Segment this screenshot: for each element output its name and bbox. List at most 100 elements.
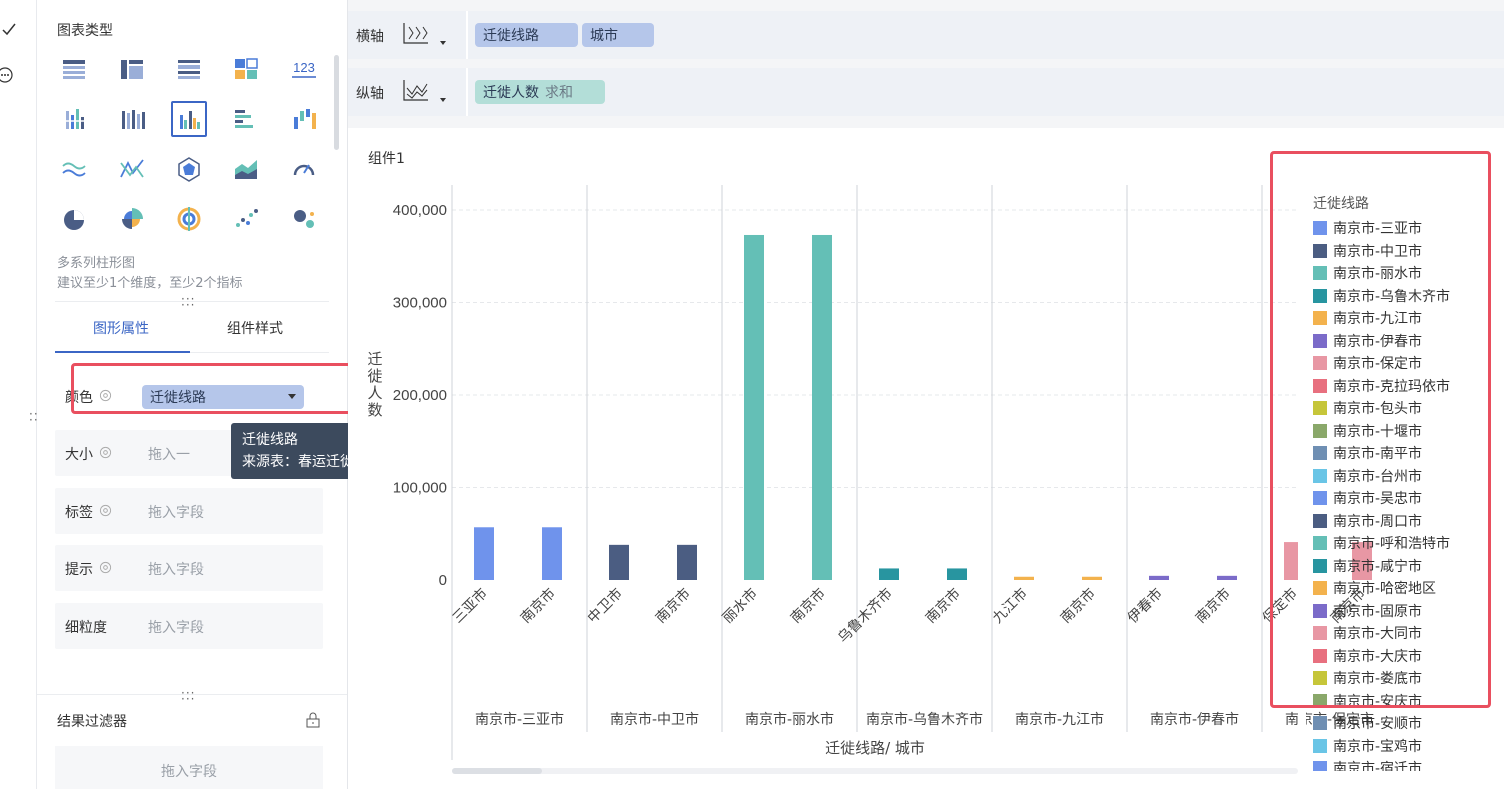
h-scrollbar-track[interactable]: [452, 768, 1298, 774]
chart-type-cross-table[interactable]: [114, 51, 150, 87]
size-label: 大小: [65, 447, 93, 463]
area-icon: [235, 160, 257, 179]
bar: [1217, 575, 1237, 580]
x-group-label: 南京市-伊春市: [1150, 711, 1239, 728]
bubble-icon: [294, 210, 314, 228]
chart-type-number-card[interactable]: 123: [286, 51, 322, 87]
filter-drop-zone[interactable]: 拖入字段: [55, 746, 323, 789]
x-group-label: 南京市-丽水市: [745, 711, 834, 728]
divider: [55, 301, 329, 302]
chart-type-detail-table[interactable]: [171, 51, 207, 87]
gear-icon[interactable]: [99, 504, 112, 517]
legend-label: 南京市-安顺市: [1333, 716, 1423, 732]
chart-type-grouped-bar[interactable]: [228, 101, 264, 137]
x-city-label: 三亚市: [449, 585, 491, 627]
chart-type-line[interactable]: [56, 151, 92, 187]
tab-graphic-props[interactable]: 图形属性: [93, 318, 149, 338]
radar-icon: [178, 157, 200, 182]
bar: [879, 568, 899, 580]
chart-type-grouped-column[interactable]: [56, 101, 92, 137]
chart-type-gauge[interactable]: [286, 151, 322, 187]
y-tick-label: 100,000: [393, 480, 447, 497]
x-axis-title: 迁徙线路/ 城市: [825, 739, 925, 757]
left-icon-strip: [0, 0, 37, 789]
legend-item[interactable]: 南京市-安顺市: [1313, 713, 1422, 733]
cross-table-icon: [121, 60, 143, 79]
x-city-label: 九江市: [989, 585, 1031, 627]
chart-type-bubble[interactable]: [286, 201, 322, 237]
x-group-label: 南京市-中卫市: [610, 711, 699, 728]
line-icon: [62, 162, 86, 177]
legend-highlight-box: [1270, 151, 1491, 708]
bar: [744, 234, 764, 580]
rose-pie-icon: [122, 208, 143, 229]
x-city-label: 南京市: [922, 585, 964, 627]
more-icon[interactable]: [0, 66, 14, 84]
waterfall-icon: [294, 109, 316, 129]
number-card-icon: 123: [292, 60, 316, 78]
chevron-down-icon[interactable]: [440, 98, 446, 102]
label-label: 标签: [65, 505, 93, 521]
chart-type-radar[interactable]: [171, 151, 207, 187]
chart-desc-hint: 建议至少1个维度，至少2个指标: [57, 276, 243, 291]
gear-icon[interactable]: [99, 446, 112, 459]
chart-type-multi-line[interactable]: [114, 151, 150, 187]
chart-type-title: 图表类型: [57, 23, 113, 39]
chart-type-kpi-card[interactable]: [228, 51, 264, 87]
check-icon[interactable]: [2, 22, 20, 40]
divider: [466, 11, 468, 59]
granularity-placeholder: 拖入字段: [148, 620, 204, 636]
y-axis-title-char: 徙: [367, 367, 382, 385]
chart-type-area[interactable]: [228, 151, 264, 187]
gear-icon[interactable]: [99, 561, 112, 574]
svg-text:123: 123: [293, 60, 315, 75]
divider: [190, 352, 329, 353]
tab-indicator: [55, 351, 190, 353]
x-city-label: 丽水市: [719, 585, 761, 627]
gauge-icon: [293, 164, 315, 176]
chart-type-rose-pie[interactable]: [114, 201, 150, 237]
y-tick-label: 300,000: [393, 295, 447, 312]
granularity-row[interactable]: 细粒度 拖入字段: [55, 603, 323, 649]
y-axis-sort-icon[interactable]: [400, 76, 432, 108]
panel-scrollbar[interactable]: [334, 55, 339, 150]
x-field-chip-route[interactable]: 迁徙线路: [475, 23, 578, 47]
x-city-label: 南京市: [787, 585, 829, 627]
config-panel: 图表类型 123 多系列柱形图 建议至少1个维度，至少2个指标 ··· ··· 图…: [29, 0, 404, 789]
grouped-column-icon: [63, 109, 86, 129]
x-axis-sort-icon[interactable]: [400, 19, 432, 51]
tip-label: 提示: [65, 562, 93, 578]
x-field-chip-city[interactable]: 城市: [582, 23, 654, 47]
tab-component-style[interactable]: 组件样式: [227, 318, 283, 338]
divider: [37, 694, 347, 695]
grouped-bar-icon: [235, 110, 253, 128]
y-field-chip[interactable]: 迁徙人数 求和: [475, 80, 605, 104]
chevron-down-icon[interactable]: [440, 41, 446, 45]
label-row[interactable]: 标签 拖入字段: [55, 488, 323, 534]
x-axis-bar: 横轴 迁徙线路 城市: [348, 11, 1504, 59]
chart-type-scatter[interactable]: [228, 201, 264, 237]
kpi-card-icon: [235, 58, 258, 79]
highlight-box: [71, 363, 365, 414]
chart-type-multi-pie[interactable]: [171, 201, 207, 237]
y-tick-label: 200,000: [393, 387, 447, 404]
chart-type-table[interactable]: [56, 51, 92, 87]
size-placeholder: 拖入一: [148, 447, 190, 463]
chart-type-waterfall[interactable]: [286, 101, 322, 137]
chart-type-multi-series-column[interactable]: [171, 101, 207, 137]
bar: [542, 527, 562, 580]
chart-type-stacked-column[interactable]: [114, 101, 150, 137]
multi-pie-icon: [177, 207, 201, 231]
h-scrollbar-thumb[interactable]: [452, 768, 542, 774]
x-city-label: 中卫市: [584, 585, 626, 627]
tip-row[interactable]: 提示 拖入字段: [55, 545, 323, 591]
drag-handle[interactable]: ·· ··: [29, 408, 39, 426]
resize-handle[interactable]: ··· ···: [181, 687, 195, 705]
resize-handle[interactable]: ··· ···: [181, 293, 195, 311]
legend-item[interactable]: 南京市-宝鸡市: [1313, 736, 1422, 756]
legend-swatch: [1313, 761, 1327, 771]
legend-item[interactable]: 南京市-宿迁市: [1313, 758, 1422, 771]
lock-icon[interactable]: [305, 712, 321, 728]
chart-type-pie[interactable]: [56, 201, 92, 237]
legend-swatch: [1313, 738, 1327, 753]
